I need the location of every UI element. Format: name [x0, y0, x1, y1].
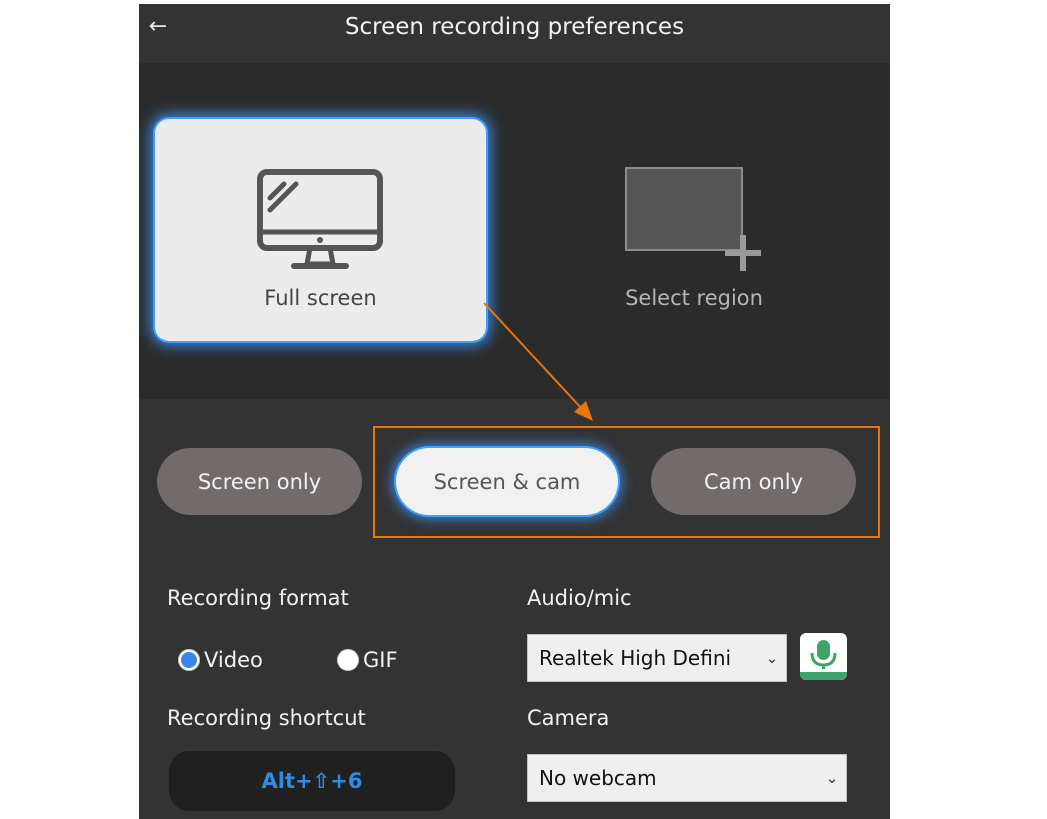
video-radio[interactable] [178, 649, 200, 671]
screen-and-cam-button[interactable]: Screen & cam [396, 448, 618, 515]
select-region-option[interactable]: Select region [539, 119, 849, 341]
gif-radio[interactable] [337, 649, 359, 671]
gif-radio-label: GIF [363, 648, 398, 672]
recording-format-label: Recording format [167, 586, 349, 610]
camera-label: Camera [527, 706, 610, 730]
camera-value: No webcam [539, 766, 657, 790]
full-screen-option[interactable]: Full screen [155, 119, 486, 341]
recording-shortcut-label: Recording shortcut [167, 706, 366, 730]
plus-icon [725, 235, 761, 271]
video-radio-label: Video [204, 648, 263, 672]
cam-only-button[interactable]: Cam only [651, 448, 856, 515]
audio-mic-value: Realtek High Defini [539, 646, 732, 670]
page-title: Screen recording preferences [344, 14, 685, 40]
select-region-label: Select region [625, 286, 763, 310]
audio-mic-select[interactable]: Realtek High Defini ⌄ [527, 634, 787, 682]
camera-select[interactable]: No webcam ⌄ [527, 754, 847, 802]
recording-mode-area: Full screen Select region [139, 63, 890, 399]
recording-preferences-panel: ← Screen recording preferences Full scre… [139, 4, 890, 819]
video-radio-option[interactable]: Video [178, 648, 263, 672]
chevron-down-icon: ⌄ [765, 649, 779, 667]
microphone-icon [810, 640, 837, 669]
chevron-down-icon: ⌄ [825, 769, 839, 787]
screen-only-button[interactable]: Screen only [157, 448, 362, 515]
mic-button[interactable] [800, 633, 847, 680]
audio-mic-label: Audio/mic [527, 586, 632, 610]
recording-shortcut-field[interactable]: Alt+⇧+6 [169, 751, 455, 811]
full-screen-label: Full screen [264, 286, 377, 310]
mic-level-bar [800, 672, 847, 680]
gif-radio-option[interactable]: GIF [337, 648, 398, 672]
header: ← Screen recording preferences [139, 4, 890, 63]
monitor-icon [257, 169, 383, 269]
